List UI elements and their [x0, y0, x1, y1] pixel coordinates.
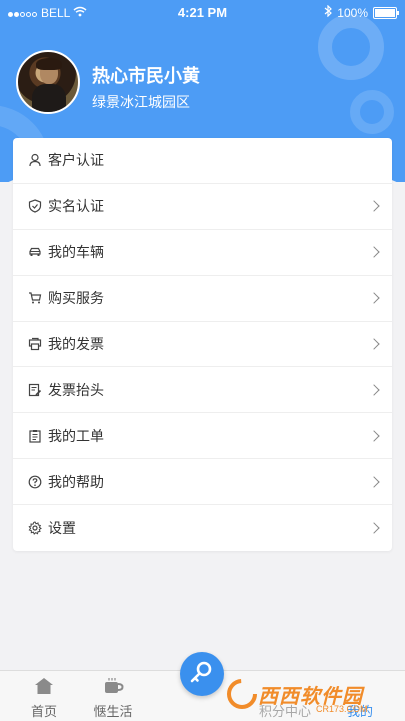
menu-item-label: 我的发票: [48, 336, 104, 352]
tab-home[interactable]: 首页: [4, 671, 84, 721]
document-edit-icon: [28, 383, 42, 397]
menu-item-label: 发票抬头: [48, 381, 104, 398]
menu-item-buy-service[interactable]: 购买服务: [13, 276, 392, 322]
cart-icon: [28, 291, 42, 305]
clipboard-icon: [28, 429, 42, 443]
chevron-right-icon: [368, 522, 380, 534]
menu-item-customer-verification[interactable]: 客户认证: [13, 138, 392, 184]
menu-item-label: 我的车辆: [48, 244, 104, 261]
avatar-hair: [36, 58, 62, 70]
car-icon: [28, 245, 42, 259]
chevron-right-icon: [368, 430, 380, 442]
chevron-right-icon: [368, 384, 380, 396]
user-name[interactable]: 热心市民小黄: [92, 62, 200, 88]
bluetooth-icon: [324, 4, 333, 20]
coffee-icon: [103, 677, 125, 698]
chevron-right-icon: [368, 246, 380, 258]
shield-icon: [28, 199, 42, 213]
watermark-logo-icon: [226, 678, 258, 715]
avatar[interactable]: [16, 50, 80, 114]
chevron-right-icon: [368, 292, 380, 304]
menu-item-label: 客户认证: [48, 152, 104, 169]
gear-icon: [28, 521, 42, 535]
menu-item-settings[interactable]: 设置: [13, 505, 392, 551]
printer-icon: [28, 337, 42, 351]
chevron-right-icon: [368, 200, 380, 212]
menu-item-label: 购买服务: [48, 290, 104, 307]
menu-item-real-name[interactable]: 实名认证: [13, 184, 392, 230]
tab-label: 惬生活: [93, 704, 133, 719]
chevron-right-icon: [368, 476, 380, 488]
menu-item-invoice-title[interactable]: 发票抬头: [13, 367, 392, 414]
watermark-url: CR173.COM: [316, 704, 368, 714]
battery-percent: 100%: [337, 5, 368, 20]
decor-circle: [350, 90, 394, 134]
menu-card: 客户认证 实名认证 我的车辆 购买服务 我的发票 发票抬头 我的工单 我的帮助 …: [13, 138, 392, 551]
menu-item-label: 我的工单: [48, 427, 104, 444]
menu-item-label: 实名认证: [48, 198, 104, 215]
person-icon: [28, 153, 42, 167]
menu-item-my-work-orders[interactable]: 我的工单: [13, 413, 392, 460]
help-icon: [28, 475, 42, 489]
menu-item-my-invoices[interactable]: 我的发票: [13, 322, 392, 368]
watermark: 西西软件园 CR173.COM: [220, 670, 390, 720]
avatar-body: [32, 84, 66, 112]
menu-item-my-help[interactable]: 我的帮助: [13, 459, 392, 506]
key-icon: [189, 659, 215, 690]
battery-icon: [373, 6, 399, 19]
menu-item-label: 设置: [48, 520, 76, 537]
chevron-right-icon: [368, 338, 380, 350]
menu-item-my-vehicles[interactable]: 我的车辆: [13, 230, 392, 276]
community-name: 绿景冰江城园区: [92, 94, 190, 110]
tab-life[interactable]: 惬生活: [73, 671, 153, 721]
key-button[interactable]: [180, 652, 224, 696]
home-icon: [34, 677, 54, 698]
menu-item-label: 我的帮助: [48, 473, 104, 490]
status-bar: BELL 4:21 PM 100%: [0, 0, 405, 26]
tab-label: 首页: [30, 704, 57, 719]
